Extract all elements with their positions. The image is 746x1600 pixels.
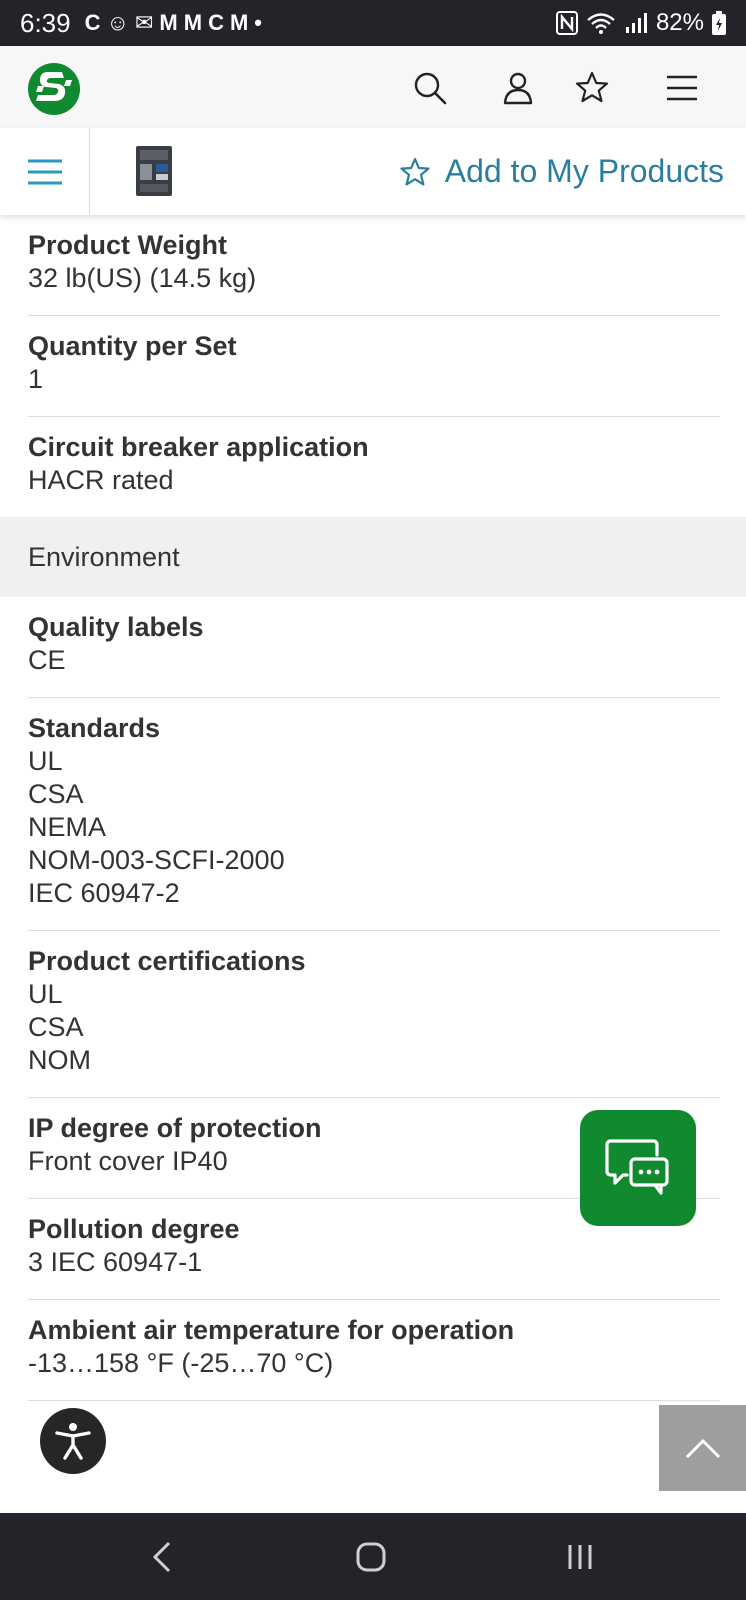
back-icon	[152, 1541, 171, 1573]
chat-button[interactable]	[580, 1110, 696, 1226]
spec-values: 1	[28, 363, 720, 396]
spec-label: Ambient air temperature for operation	[28, 1315, 515, 1345]
hamburger-icon	[27, 159, 62, 184]
battery-icon	[712, 11, 726, 35]
spec-row: Standards UL CSA NEMA NOM-003-SCFI-2000 …	[28, 698, 720, 931]
chevron-up-icon	[685, 1438, 720, 1459]
spec-values: UL CSA NOM	[28, 978, 720, 1077]
recents-icon	[568, 1545, 592, 1569]
scroll-to-top-button[interactable]	[659, 1405, 746, 1491]
spec-values: -13…158 °F (-25…70 °C)	[28, 1347, 720, 1380]
spec-value: -13…158 °F (-25…70 °C)	[28, 1348, 334, 1378]
notification-icon: M	[159, 10, 178, 35]
spec-label: Product Weight	[28, 230, 227, 260]
spec-value: HACR rated	[28, 465, 174, 495]
spec-row: Product Weight 32 lb(US) (14.5 kg)	[28, 215, 720, 316]
spec-value: NOM-003-SCFI-2000	[28, 845, 285, 875]
notification-icon: C	[208, 10, 224, 35]
home-button[interactable]	[347, 1533, 395, 1581]
spec-row: Quality labels CE	[28, 597, 720, 698]
menu-icon[interactable]	[664, 70, 700, 106]
spec-label: Quality labels	[28, 612, 204, 642]
spec-label: Circuit breaker application	[28, 432, 369, 462]
spec-label: Quantity per Set	[28, 331, 237, 361]
notification-icon: M	[229, 10, 249, 35]
spec-values: UL CSA NEMA NOM-003-SCFI-2000 IEC 60947-…	[28, 745, 720, 910]
add-to-my-products-label: Add to My Products	[444, 153, 724, 189]
search-icon[interactable]	[412, 70, 448, 106]
spec-value: 3 IEC 60947-1	[28, 1247, 203, 1277]
add-to-my-products-button[interactable]: Add to My Products	[399, 128, 724, 215]
notification-icon: ☺	[106, 10, 129, 35]
recents-button[interactable]	[556, 1533, 604, 1581]
star-outline-icon	[400, 157, 430, 185]
spec-values: 32 lb(US) (14.5 kg)	[28, 262, 720, 295]
schneider-logo-icon[interactable]	[26, 62, 82, 116]
battery-percent: 82%	[655, 9, 704, 36]
spec-label: Product certifications	[28, 946, 306, 976]
system-nav-bar	[0, 1513, 746, 1600]
spec-value: UL	[28, 746, 63, 776]
back-button[interactable]	[138, 1533, 186, 1581]
status-right: 82%	[555, 9, 726, 37]
spec-value: CSA	[28, 779, 84, 809]
spec-values: CE	[28, 644, 720, 677]
more-notifications-icon: •	[254, 10, 262, 35]
nfc-icon	[555, 11, 578, 35]
spec-value: CE	[28, 645, 66, 675]
notification-icons: C ☺ ✉ M M C M •	[85, 10, 262, 36]
accessibility-button[interactable]	[40, 1408, 106, 1474]
star-icon[interactable]	[574, 70, 610, 106]
spec-value: IEC 60947-2	[28, 878, 180, 908]
user-icon[interactable]	[500, 70, 536, 106]
spec-row: Circuit breaker application HACR rated	[28, 417, 720, 517]
signal-icon	[625, 13, 647, 33]
product-menu-button[interactable]	[0, 128, 90, 215]
spec-value: 1	[28, 364, 44, 394]
spec-row: Quantity per Set 1	[28, 316, 720, 417]
notification-icon: M	[183, 10, 203, 35]
spec-value: NEMA	[28, 812, 107, 842]
product-bar: Add to My Products	[0, 128, 746, 215]
status-time: 6:39	[20, 7, 71, 38]
notification-icon: C	[84, 10, 101, 35]
status-bar: 6:39 C ☺ ✉ M M C M • 82%	[0, 0, 746, 46]
home-icon	[356, 1542, 386, 1572]
spec-value: UL	[28, 979, 63, 1009]
product-thumbnail	[136, 146, 172, 196]
spec-value: CSA	[28, 1012, 84, 1042]
site-header	[0, 46, 746, 128]
spec-values: HACR rated	[28, 464, 720, 497]
mail-icon: ✉	[134, 10, 154, 35]
spec-values: 3 IEC 60947-1	[28, 1246, 720, 1279]
spec-row: Ambient air temperature for operation -1…	[28, 1300, 720, 1401]
spec-value: 32 lb(US) (14.5 kg)	[28, 263, 257, 293]
wifi-icon	[587, 13, 615, 34]
section-header-environment: Environment	[0, 517, 746, 597]
accessibility-icon	[55, 1423, 91, 1460]
spec-label: Standards	[28, 713, 161, 743]
spec-row: Product certifications UL CSA NOM	[28, 931, 720, 1098]
chat-icon	[605, 1139, 669, 1195]
spec-value: NOM	[28, 1045, 91, 1075]
